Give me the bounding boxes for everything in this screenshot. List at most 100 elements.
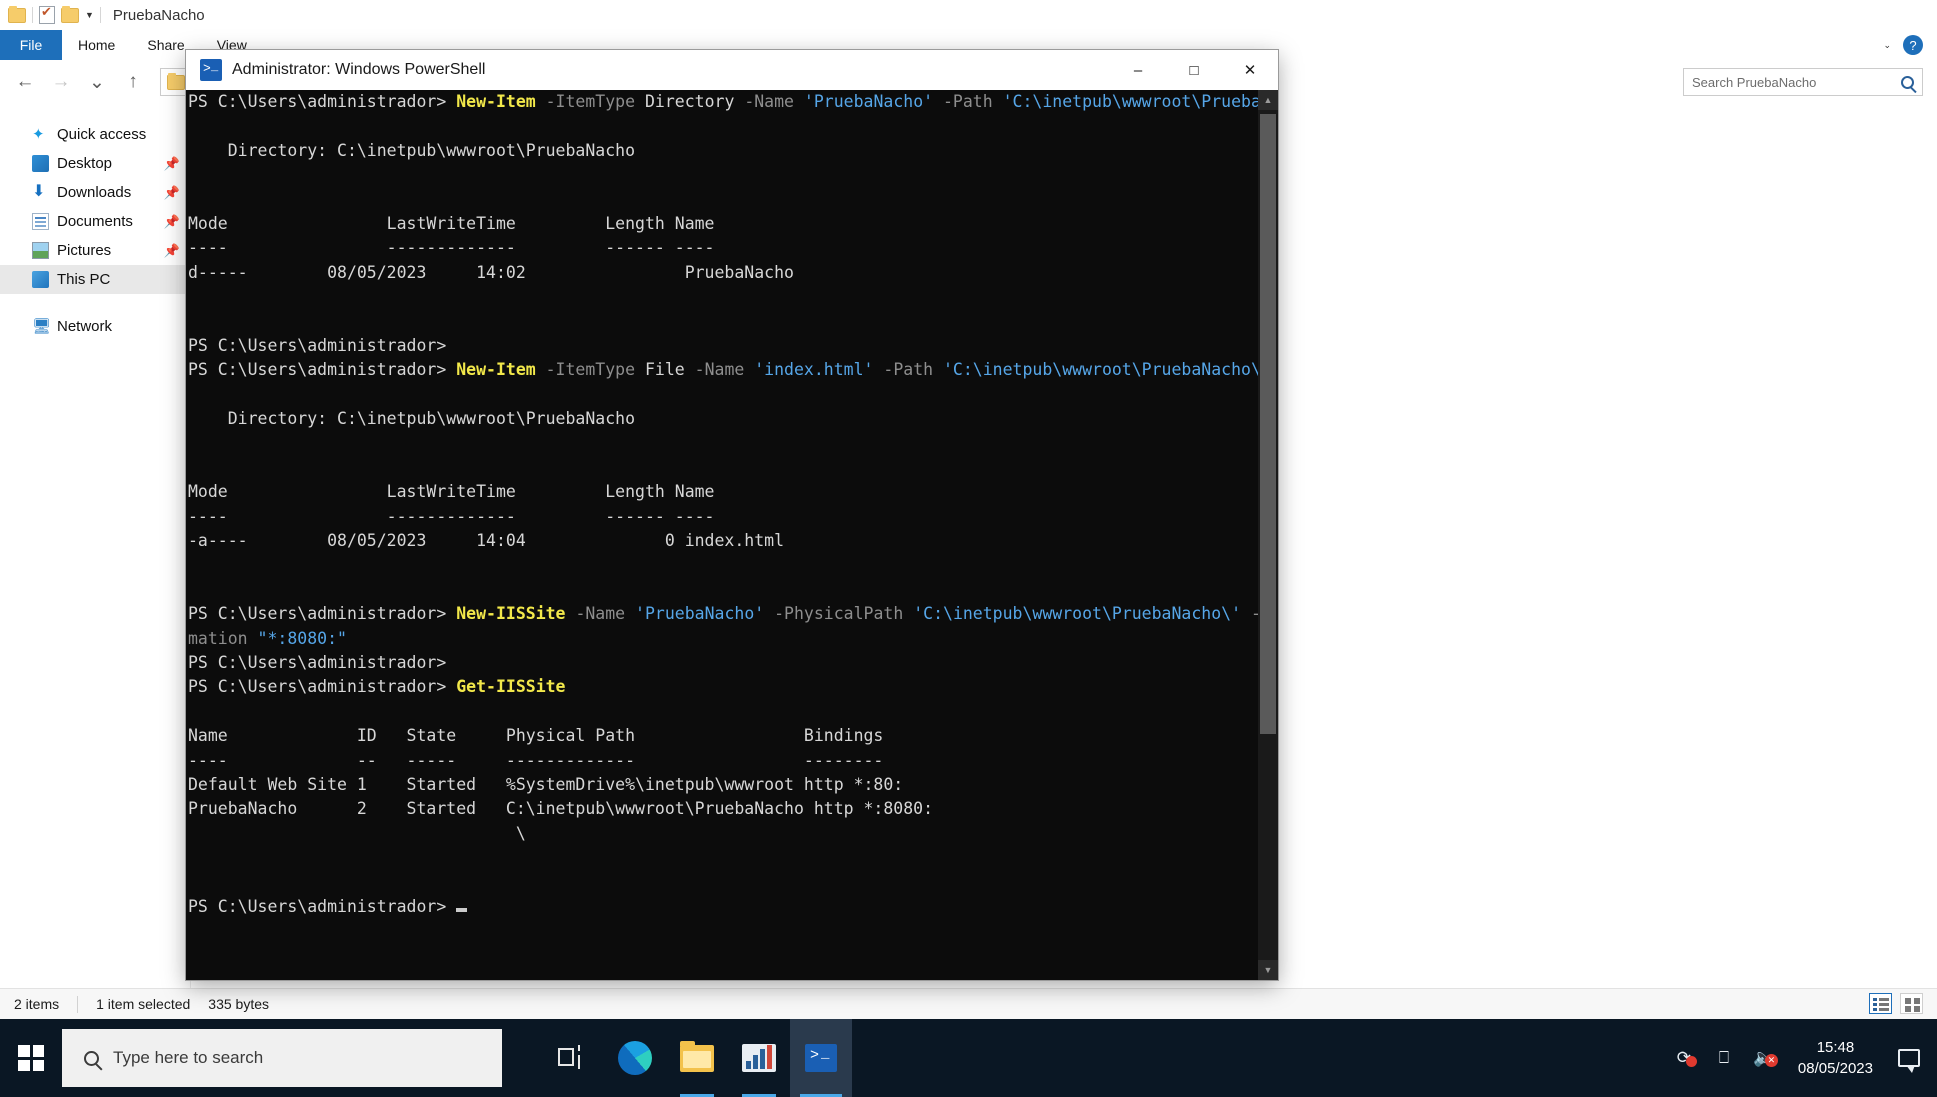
new-folder-icon[interactable] — [61, 5, 79, 23]
taskbar-file-explorer[interactable] — [666, 1019, 728, 1097]
console-line: \ — [188, 822, 1256, 846]
console-text-span: Default Web Site 1 Started %SystemDrive%… — [188, 774, 904, 794]
powershell-window: Administrator: Windows PowerShell – □ ✕ … — [186, 50, 1278, 980]
sidebar-item-downloads[interactable]: ⬇ Downloads 📌 — [0, 178, 190, 207]
tray-network-icon[interactable]: ⎕ — [1704, 1019, 1744, 1097]
action-center-button[interactable] — [1887, 1019, 1931, 1097]
console-text-span: File — [644, 360, 695, 380]
powershell-close-button[interactable]: ✕ — [1222, 50, 1278, 90]
powershell-console-text: PS C:\Users\administrador> New-Item -Ite… — [188, 90, 1278, 919]
taskbar-edge[interactable] — [604, 1019, 666, 1097]
start-button[interactable] — [0, 1019, 62, 1097]
powershell-icon — [805, 1044, 837, 1072]
taskbar: Type here to search ⟳ — [0, 1019, 1937, 1097]
taskbar-search-input[interactable]: Type here to search — [62, 1029, 502, 1087]
sidebar-item-network[interactable]: 🖥 Network — [0, 312, 190, 341]
system-tray: ⟳ ⎕ 🔈 ✕ 15:48 08/05/2023 — [1664, 1019, 1937, 1097]
powershell-maximize-button[interactable]: □ — [1166, 50, 1222, 90]
windows-logo-icon — [18, 1045, 44, 1071]
sidebar-item-label: Pictures — [57, 242, 112, 259]
up-button[interactable]: ↑ — [118, 67, 148, 97]
tray-volume-icon[interactable]: 🔈 ✕ — [1744, 1019, 1784, 1097]
search-icon[interactable] — [1901, 75, 1914, 89]
download-icon: ⬇ — [32, 183, 46, 200]
console-text-span: 'index.html' — [754, 360, 884, 380]
powershell-scrollbar[interactable]: ▲ ▼ — [1258, 90, 1278, 980]
tray-update-icon[interactable]: ⟳ — [1664, 1019, 1704, 1097]
desktop-screen: Server Manager – ❐ ✕ – ❐ ✕ ▼ PruebaNacho… — [0, 0, 1937, 1097]
taskbar-items — [542, 1019, 852, 1097]
console-text-span: PS C:\Users\administrador> — [188, 604, 457, 624]
sidebar-item-this-pc[interactable]: This PC — [0, 265, 190, 294]
scroll-down-arrow-icon[interactable]: ▼ — [1258, 960, 1278, 980]
chevron-down-icon[interactable]: ⌄ — [1883, 40, 1891, 51]
powershell-titlebar[interactable]: Administrator: Windows PowerShell – □ ✕ — [186, 50, 1278, 90]
scroll-up-arrow-icon[interactable]: ▲ — [1258, 90, 1278, 110]
console-line: PS C:\Users\administrador> — [188, 334, 1256, 358]
tab-file[interactable]: File — [0, 30, 62, 60]
console-text-span: Directory: C:\inetpub\wwwroot\PruebaNach… — [188, 140, 636, 160]
console-line: mation "*:8080:" — [188, 627, 1256, 651]
recent-locations-button[interactable]: ⌄ — [82, 67, 112, 97]
console-line: Name ID State Physical Path Bindings — [188, 724, 1256, 748]
sidebar-item-label: Quick access — [57, 126, 147, 143]
sidebar-item-desktop[interactable]: Desktop 📌 — [0, 149, 190, 178]
console-text-span: -PhysicalPath — [774, 604, 914, 624]
powershell-icon — [200, 59, 222, 81]
sidebar-item-documents[interactable]: Documents 📌 — [0, 207, 190, 236]
powershell-console-output[interactable]: PS C:\Users\administrador> New-Item -Ite… — [186, 90, 1278, 980]
tab-home[interactable]: Home — [62, 30, 131, 60]
forward-button[interactable]: → — [46, 67, 76, 97]
customize-chevron-icon[interactable]: ▼ — [85, 10, 94, 20]
large-icons-view-button[interactable] — [1900, 993, 1923, 1014]
task-view-icon — [558, 1045, 588, 1071]
sidebar-item-quick-access[interactable]: ✦ Quick access — [0, 120, 190, 149]
console-text-span: mation — [188, 628, 258, 648]
console-line: Directory: C:\inetpub\wwwroot\PruebaNach… — [188, 139, 1256, 163]
console-text-span: 'PruebaNacho' — [803, 92, 943, 111]
console-text-span: 'PruebaNacho' — [635, 604, 775, 624]
console-line: PS C:\Users\administrador> New-Item -Ite… — [188, 90, 1278, 114]
console-text-span: -Path — [943, 92, 1003, 111]
network-icon: 🖥 — [32, 318, 52, 335]
taskbar-clock[interactable]: 15:48 08/05/2023 — [1784, 1037, 1887, 1079]
console-text-span: Directory: C:\inetpub\wwwroot\PruebaNach… — [188, 409, 636, 429]
console-text-span: Directory — [644, 92, 745, 111]
pin-icon: 📌 — [163, 155, 180, 171]
sidebar-item-label: Documents — [57, 213, 133, 230]
sidebar-item-pictures[interactable]: Pictures 📌 — [0, 236, 190, 265]
console-text-span: -a---- 08/05/2023 14:04 0 index.html — [188, 531, 785, 551]
console-line: ---- -- ----- ------------- -------- — [188, 749, 1256, 773]
console-line: PS C:\Users\administrador> New-Item -Ite… — [188, 358, 1271, 382]
taskbar-powershell[interactable] — [790, 1019, 852, 1097]
console-text-span: PS C:\Users\administrador> — [188, 652, 447, 672]
volume-muted-badge: ✕ — [1764, 1054, 1778, 1067]
scrollbar-thumb[interactable] — [1260, 114, 1276, 734]
console-text-span: -Name — [694, 360, 755, 380]
taskbar-server-manager[interactable] — [728, 1019, 790, 1097]
console-text-span: PS C:\Users\administrador> — [188, 896, 457, 916]
powershell-minimize-button[interactable]: – — [1110, 50, 1166, 90]
update-badge — [1685, 1056, 1697, 1067]
console-text-span: New-IISSite — [456, 604, 576, 624]
explorer-window-title: PruebaNacho — [112, 6, 205, 24]
search-input[interactable]: Search PruebaNacho — [1683, 68, 1923, 96]
console-cursor — [456, 907, 468, 912]
powershell-window-controls: – □ ✕ — [1110, 50, 1278, 90]
details-view-button[interactable] — [1869, 993, 1892, 1014]
console-line: PS C:\Users\administrador> New-IISSite -… — [188, 602, 1278, 626]
status-items-count: 2 items — [14, 996, 60, 1012]
task-view-button[interactable] — [542, 1019, 604, 1097]
console-text-span: PS C:\Users\administrador> — [188, 92, 457, 111]
explorer-titlebar[interactable]: ▼ PruebaNacho — [0, 0, 540, 30]
pin-icon: 📌 — [163, 184, 180, 200]
desktop-icon — [32, 155, 49, 172]
back-button[interactable]: ← — [10, 67, 40, 97]
properties-icon[interactable] — [39, 4, 55, 24]
network-glyph: ⎕ — [1718, 1048, 1730, 1067]
help-button[interactable]: ? — [1903, 35, 1923, 55]
